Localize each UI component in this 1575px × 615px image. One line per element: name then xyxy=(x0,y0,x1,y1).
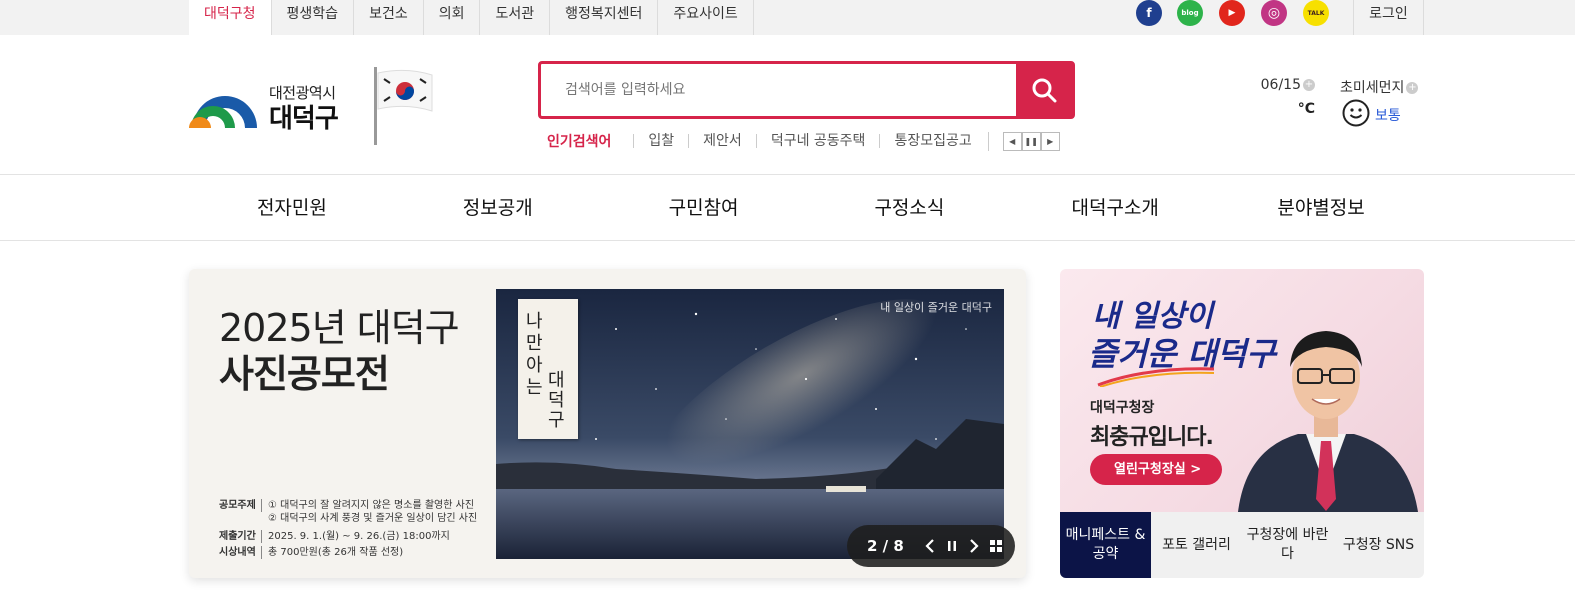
nav-citizen-participation[interactable]: 구민참여 xyxy=(601,175,807,240)
tab-photo-gallery[interactable]: 포토 갤러리 xyxy=(1151,512,1242,578)
mayor-role: 대덕구청장 xyxy=(1090,400,1155,416)
login-link[interactable]: 로그인 xyxy=(1353,0,1424,35)
smiley-face-icon xyxy=(1342,99,1370,127)
pause-keyword-button[interactable]: ❚❚ xyxy=(1021,131,1041,151)
open-mayor-office-button[interactable]: 열린구청장실 > xyxy=(1090,454,1222,485)
facebook-icon[interactable]: f xyxy=(1136,0,1162,26)
weather-widget[interactable]: 06/15 + °C xyxy=(1255,77,1315,127)
popular-keyword[interactable]: 입찰 xyxy=(633,134,688,148)
daedeok-logo-icon xyxy=(189,96,257,128)
kakaotalk-icon[interactable]: TALK xyxy=(1303,0,1329,26)
popular-keyword[interactable]: 제안서 xyxy=(688,134,756,148)
main-navigation: 전자민원 정보공개 구민참여 구정소식 대덕구소개 분야별정보 xyxy=(0,174,1575,241)
fine-dust-label: 초미세먼지 + xyxy=(1340,80,1419,96)
nav-about-daedeok[interactable]: 대덕구소개 xyxy=(1012,175,1218,240)
nav-field-information[interactable]: 분야별정보 xyxy=(1218,175,1424,240)
popular-keywords-title: 인기검색어 xyxy=(547,134,612,150)
site-tabs: 대덕구청 평생학습 보건소 의회 도서관 행정복지센터 주요사이트 xyxy=(189,0,754,35)
tab-welfare-center[interactable]: 행정복지센터 xyxy=(550,0,659,35)
blog-icon[interactable]: blog xyxy=(1177,0,1203,26)
search-button[interactable] xyxy=(1016,64,1072,116)
banner-photo: 나만아는 대덕구 내 일상이 즐거운 대덕구 xyxy=(496,289,1004,559)
mayor-name: 최충규입니다. xyxy=(1090,425,1214,450)
plus-icon: + xyxy=(1406,82,1419,94)
tab-request-to-mayor[interactable]: 구청장에 바란다 xyxy=(1242,512,1333,578)
rainbow-swoosh-icon xyxy=(1097,367,1215,387)
korean-flag-icon xyxy=(374,67,433,145)
pause-icon xyxy=(947,541,956,551)
top-utility-bar: 대덕구청 평생학습 보건소 의회 도서관 행정복지센터 주요사이트 f blog… xyxy=(0,0,1575,35)
banner-page-indicator: 2 / 8 xyxy=(867,537,904,555)
tab-council[interactable]: 의회 xyxy=(424,0,481,35)
banner-paper-label: 나만아는 대덕구 xyxy=(518,299,578,439)
popular-keywords: 인기검색어 입찰 제안서 덕구네 공동주택 통장모집공고 ◀ ❚❚ ▶ xyxy=(547,130,1060,152)
prev-slide-button[interactable] xyxy=(920,536,940,556)
nav-information-disclosure[interactable]: 정보공개 xyxy=(395,175,601,240)
next-slide-button[interactable] xyxy=(964,536,984,556)
chevron-right-icon xyxy=(970,539,979,553)
view-all-slides-button[interactable] xyxy=(986,536,1006,556)
mayor-portrait-image xyxy=(1238,331,1418,512)
popular-keyword[interactable]: 통장모집공고 xyxy=(879,134,985,148)
tab-health-center[interactable]: 보건소 xyxy=(354,0,424,35)
instagram-icon[interactable]: ◎ xyxy=(1261,0,1287,26)
tab-manifesto-pledges[interactable]: 매니페스트 & 공약 xyxy=(1060,512,1151,578)
pause-slide-button[interactable] xyxy=(942,536,962,556)
youtube-icon[interactable]: ▶ xyxy=(1219,0,1245,26)
site-logo[interactable]: 대전광역시 대덕구 xyxy=(189,80,359,134)
search-box xyxy=(538,61,1075,119)
fine-dust-widget[interactable]: 초미세먼지 + 보통 xyxy=(1340,77,1424,129)
prev-keyword-button[interactable]: ◀ xyxy=(1002,131,1022,151)
nav-e-civil-service[interactable]: 전자민원 xyxy=(189,175,395,240)
tab-lifelong-learning[interactable]: 평생학습 xyxy=(272,0,355,35)
banner-pager: 2 / 8 xyxy=(847,525,1015,567)
banner-info: 공모주제 ① 대덕구의 잘 알려지지 않은 명소를 촬영한 사진 ② 대덕구의 사… xyxy=(219,499,478,559)
tab-daedeok-office[interactable]: 대덕구청 xyxy=(189,0,272,35)
banner-title-line2: 사진공모전 xyxy=(219,352,390,396)
popular-keyword[interactable]: 덕구네 공동주택 xyxy=(755,134,880,148)
next-keyword-button[interactable]: ▶ xyxy=(1040,131,1060,151)
chevron-left-icon xyxy=(925,539,934,553)
photo-brand-text: 내 일상이 즐거운 대덕구 xyxy=(880,301,992,314)
main-visual-banner[interactable]: 2025년 대덕구 사진공모전 공모주제 ① 대덕구의 잘 알려지지 않은 명소를… xyxy=(189,269,1026,578)
tab-mayor-sns[interactable]: 구청장 SNS xyxy=(1333,512,1424,578)
grid-icon xyxy=(989,540,1002,552)
fine-dust-status: 보통 xyxy=(1375,108,1401,124)
popular-keyword-controls: ◀ ❚❚ ▶ xyxy=(987,131,1060,151)
weather-date: 06/15 + xyxy=(1260,77,1315,93)
tab-library[interactable]: 도서관 xyxy=(480,0,551,35)
search-input[interactable] xyxy=(565,64,1005,116)
mayor-banner[interactable]: 내 일상이 즐거운 대덕구 대덕구청장 최충규입니다. 열린구청장실 > xyxy=(1060,269,1424,512)
mayor-tabs: 매니페스트 & 공약 포토 갤러리 구청장에 바란다 구청장 SNS xyxy=(1060,512,1424,578)
tab-major-sites[interactable]: 주요사이트 xyxy=(658,0,754,35)
weather-temperature: °C xyxy=(1297,101,1315,117)
search-icon xyxy=(1032,78,1057,103)
logo-district-text: 대덕구 xyxy=(269,104,339,134)
plus-icon: + xyxy=(1303,79,1315,91)
nav-district-news[interactable]: 구정소식 xyxy=(806,175,1012,240)
